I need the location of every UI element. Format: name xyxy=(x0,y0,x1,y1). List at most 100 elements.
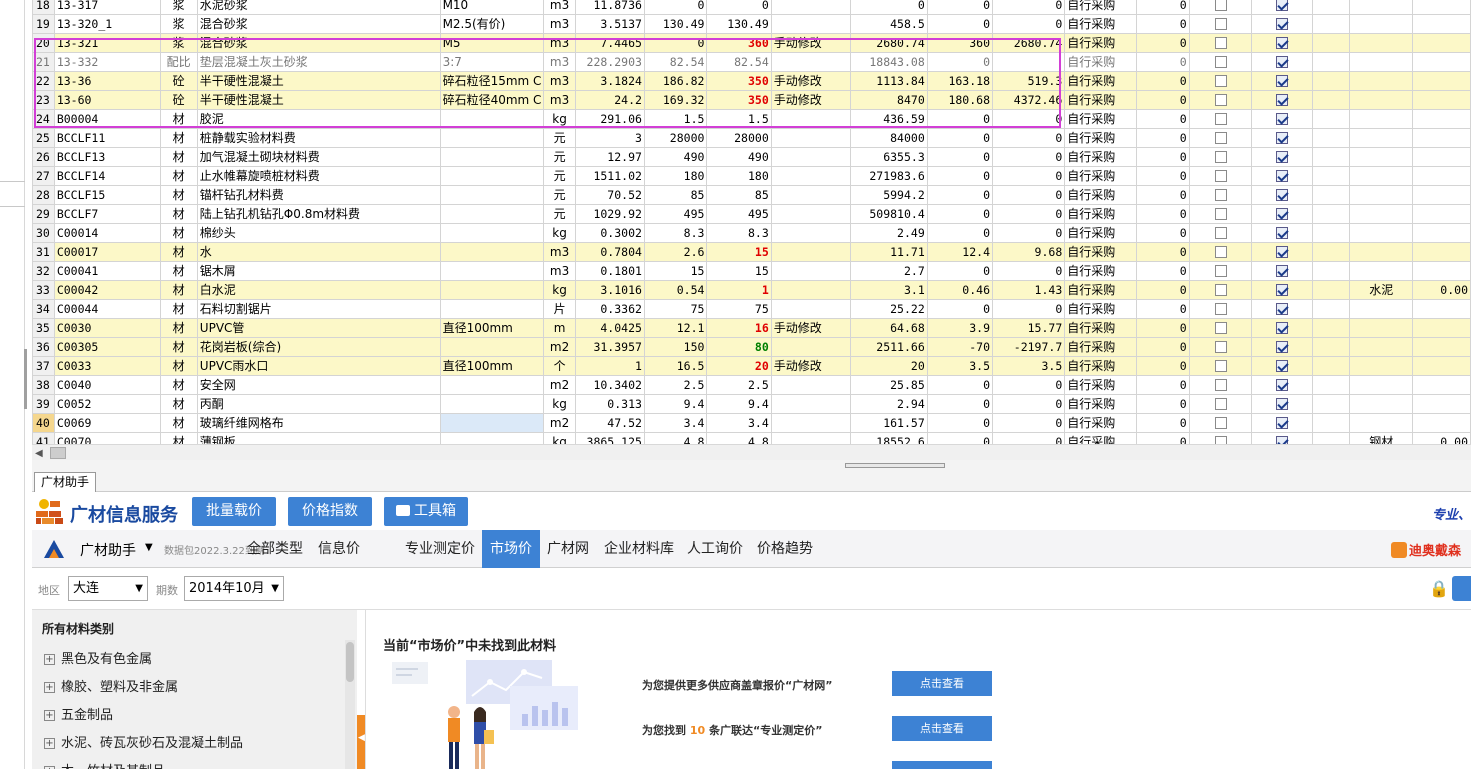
material-group[interactable] xyxy=(1349,318,1414,338)
amount-diff-cell[interactable]: 2680.74 xyxy=(991,33,1066,53)
price-note[interactable]: 手动修改 xyxy=(770,71,852,91)
scrollbar-thumb[interactable] xyxy=(50,447,66,459)
period-select[interactable]: 2014年10月 ▼ xyxy=(184,576,284,601)
material-unit[interactable]: 元 xyxy=(543,128,576,148)
expand-plus-icon[interactable]: + xyxy=(44,682,55,693)
expand-plus-icon[interactable]: + xyxy=(44,710,55,721)
checkbox-cell-1[interactable] xyxy=(1188,337,1253,357)
price-diff-cell[interactable]: 0 xyxy=(926,128,994,148)
material-name[interactable]: 胶泥 xyxy=(196,109,441,129)
material-type[interactable]: 材 xyxy=(159,432,198,444)
quantity-cell[interactable]: 1029.92 xyxy=(574,204,645,224)
splitter-grip[interactable] xyxy=(845,463,945,468)
nav-tab-4[interactable]: 广材网 xyxy=(539,530,597,568)
price-diff-cell[interactable]: -70 xyxy=(926,337,994,357)
group-value[interactable] xyxy=(1412,185,1471,205)
material-spec[interactable] xyxy=(439,223,545,243)
material-type[interactable]: 砼 xyxy=(159,71,198,91)
checkbox-unchecked[interactable] xyxy=(1214,189,1227,201)
checkbox-cell-1[interactable] xyxy=(1188,432,1253,444)
category-item[interactable]: + 五金制品 xyxy=(44,704,113,723)
checkbox-checked[interactable] xyxy=(1276,246,1289,258)
table-row[interactable]: 40 C0069 材玻璃纤维网格布 m2 47.52 3.4 3.4 161.57 0 0 自行采购… xyxy=(32,413,1471,433)
blank-cell[interactable] xyxy=(1312,223,1351,243)
market-price-cell[interactable]: 15 xyxy=(706,242,772,262)
blank-cell[interactable] xyxy=(1312,128,1351,148)
material-unit[interactable]: 个 xyxy=(543,356,576,376)
blank-cell[interactable] xyxy=(1312,242,1351,262)
zero-cell[interactable]: 0 xyxy=(1135,147,1190,167)
market-price-cell[interactable]: 15 xyxy=(706,261,772,281)
price-diff-cell[interactable]: 3.9 xyxy=(926,318,994,338)
checkbox-checked[interactable] xyxy=(1276,208,1289,220)
category-scrollbar[interactable] xyxy=(345,640,355,769)
material-group[interactable] xyxy=(1349,375,1414,395)
amount-cell[interactable]: 5994.2 xyxy=(850,185,928,205)
price-diff-cell[interactable]: 0 xyxy=(926,223,994,243)
base-price-cell[interactable]: 0 xyxy=(643,0,708,15)
group-value[interactable] xyxy=(1412,14,1471,34)
material-code[interactable]: BCCLF14 xyxy=(53,166,161,186)
blank-cell[interactable] xyxy=(1312,147,1351,167)
material-type[interactable]: 材 xyxy=(159,166,198,186)
material-name[interactable]: 半干硬性混凝土 xyxy=(196,90,441,110)
material-code[interactable]: C0052 xyxy=(53,394,161,414)
checkbox-cell-2[interactable] xyxy=(1251,318,1314,338)
material-spec[interactable]: M5 xyxy=(439,33,545,53)
amount-diff-cell[interactable]: 0 xyxy=(991,413,1066,433)
material-unit[interactable]: m3 xyxy=(543,242,576,262)
base-price-cell[interactable]: 4.8 xyxy=(643,432,708,444)
material-name[interactable]: 桩静载实验材料费 xyxy=(196,128,441,148)
checkbox-cell-2[interactable] xyxy=(1251,413,1314,433)
checkbox-checked[interactable] xyxy=(1276,75,1289,87)
material-spec[interactable]: 碎石粒径15mm C xyxy=(439,71,545,91)
table-row[interactable]: 38 C0040 材安全网 m2 10.3402 2.5 2.5 25.85 0 0 自行采购 0 xyxy=(32,375,1471,395)
material-unit[interactable]: m3 xyxy=(543,71,576,91)
material-code[interactable]: C0069 xyxy=(53,413,161,433)
base-price-cell[interactable]: 490 xyxy=(643,147,708,167)
region-select[interactable]: 大连 ▼ xyxy=(68,576,148,601)
price-note[interactable] xyxy=(770,166,852,186)
expand-plus-icon[interactable]: + xyxy=(44,738,55,749)
amount-cell[interactable]: 271983.6 xyxy=(850,166,928,186)
checkbox-unchecked[interactable] xyxy=(1214,75,1227,87)
supply-method[interactable]: 自行采购 xyxy=(1064,261,1137,281)
group-value[interactable] xyxy=(1412,318,1471,338)
supply-method[interactable]: 自行采购 xyxy=(1064,14,1137,34)
price-note[interactable] xyxy=(770,299,852,319)
checkbox-cell-1[interactable] xyxy=(1188,413,1253,433)
material-code[interactable]: 13-332 xyxy=(53,52,161,72)
material-code[interactable]: C00017 xyxy=(53,242,161,262)
material-type[interactable]: 材 xyxy=(159,185,198,205)
material-type[interactable]: 材 xyxy=(159,128,198,148)
material-spec[interactable] xyxy=(439,204,545,224)
material-spec[interactable] xyxy=(439,185,545,205)
checkbox-checked[interactable] xyxy=(1276,18,1289,30)
market-price-cell[interactable]: 80 xyxy=(706,337,772,357)
base-price-cell[interactable]: 9.4 xyxy=(643,394,708,414)
material-type[interactable]: 材 xyxy=(159,356,198,376)
quantity-cell[interactable]: 4.0425 xyxy=(574,318,645,338)
material-type[interactable]: 材 xyxy=(159,223,198,243)
material-name[interactable]: 安全网 xyxy=(196,375,441,395)
checkbox-cell-1[interactable] xyxy=(1188,109,1253,129)
checkbox-unchecked[interactable] xyxy=(1214,398,1227,410)
table-row[interactable]: 25 BCCLF11 材桩静载实验材料费元 3 28000 28000 84000 0 0 自行采… xyxy=(32,128,1471,148)
group-value[interactable] xyxy=(1412,261,1471,281)
checkbox-unchecked[interactable] xyxy=(1214,303,1227,315)
price-note[interactable] xyxy=(770,52,852,72)
price-note[interactable] xyxy=(770,337,852,357)
price-note[interactable] xyxy=(770,147,852,167)
material-group[interactable] xyxy=(1349,90,1414,110)
material-name[interactable]: UPVC管 xyxy=(196,318,441,338)
material-code[interactable]: 13-317 xyxy=(53,0,161,15)
checkbox-cell-1[interactable] xyxy=(1188,318,1253,338)
zero-cell[interactable]: 0 xyxy=(1135,337,1190,357)
checkbox-cell-2[interactable] xyxy=(1251,128,1314,148)
quantity-cell[interactable]: 12.97 xyxy=(574,147,645,167)
checkbox-cell-2[interactable] xyxy=(1251,147,1314,167)
zero-cell[interactable]: 0 xyxy=(1135,109,1190,129)
material-unit[interactable]: m3 xyxy=(543,90,576,110)
material-type[interactable]: 材 xyxy=(159,204,198,224)
group-value[interactable] xyxy=(1412,356,1471,376)
